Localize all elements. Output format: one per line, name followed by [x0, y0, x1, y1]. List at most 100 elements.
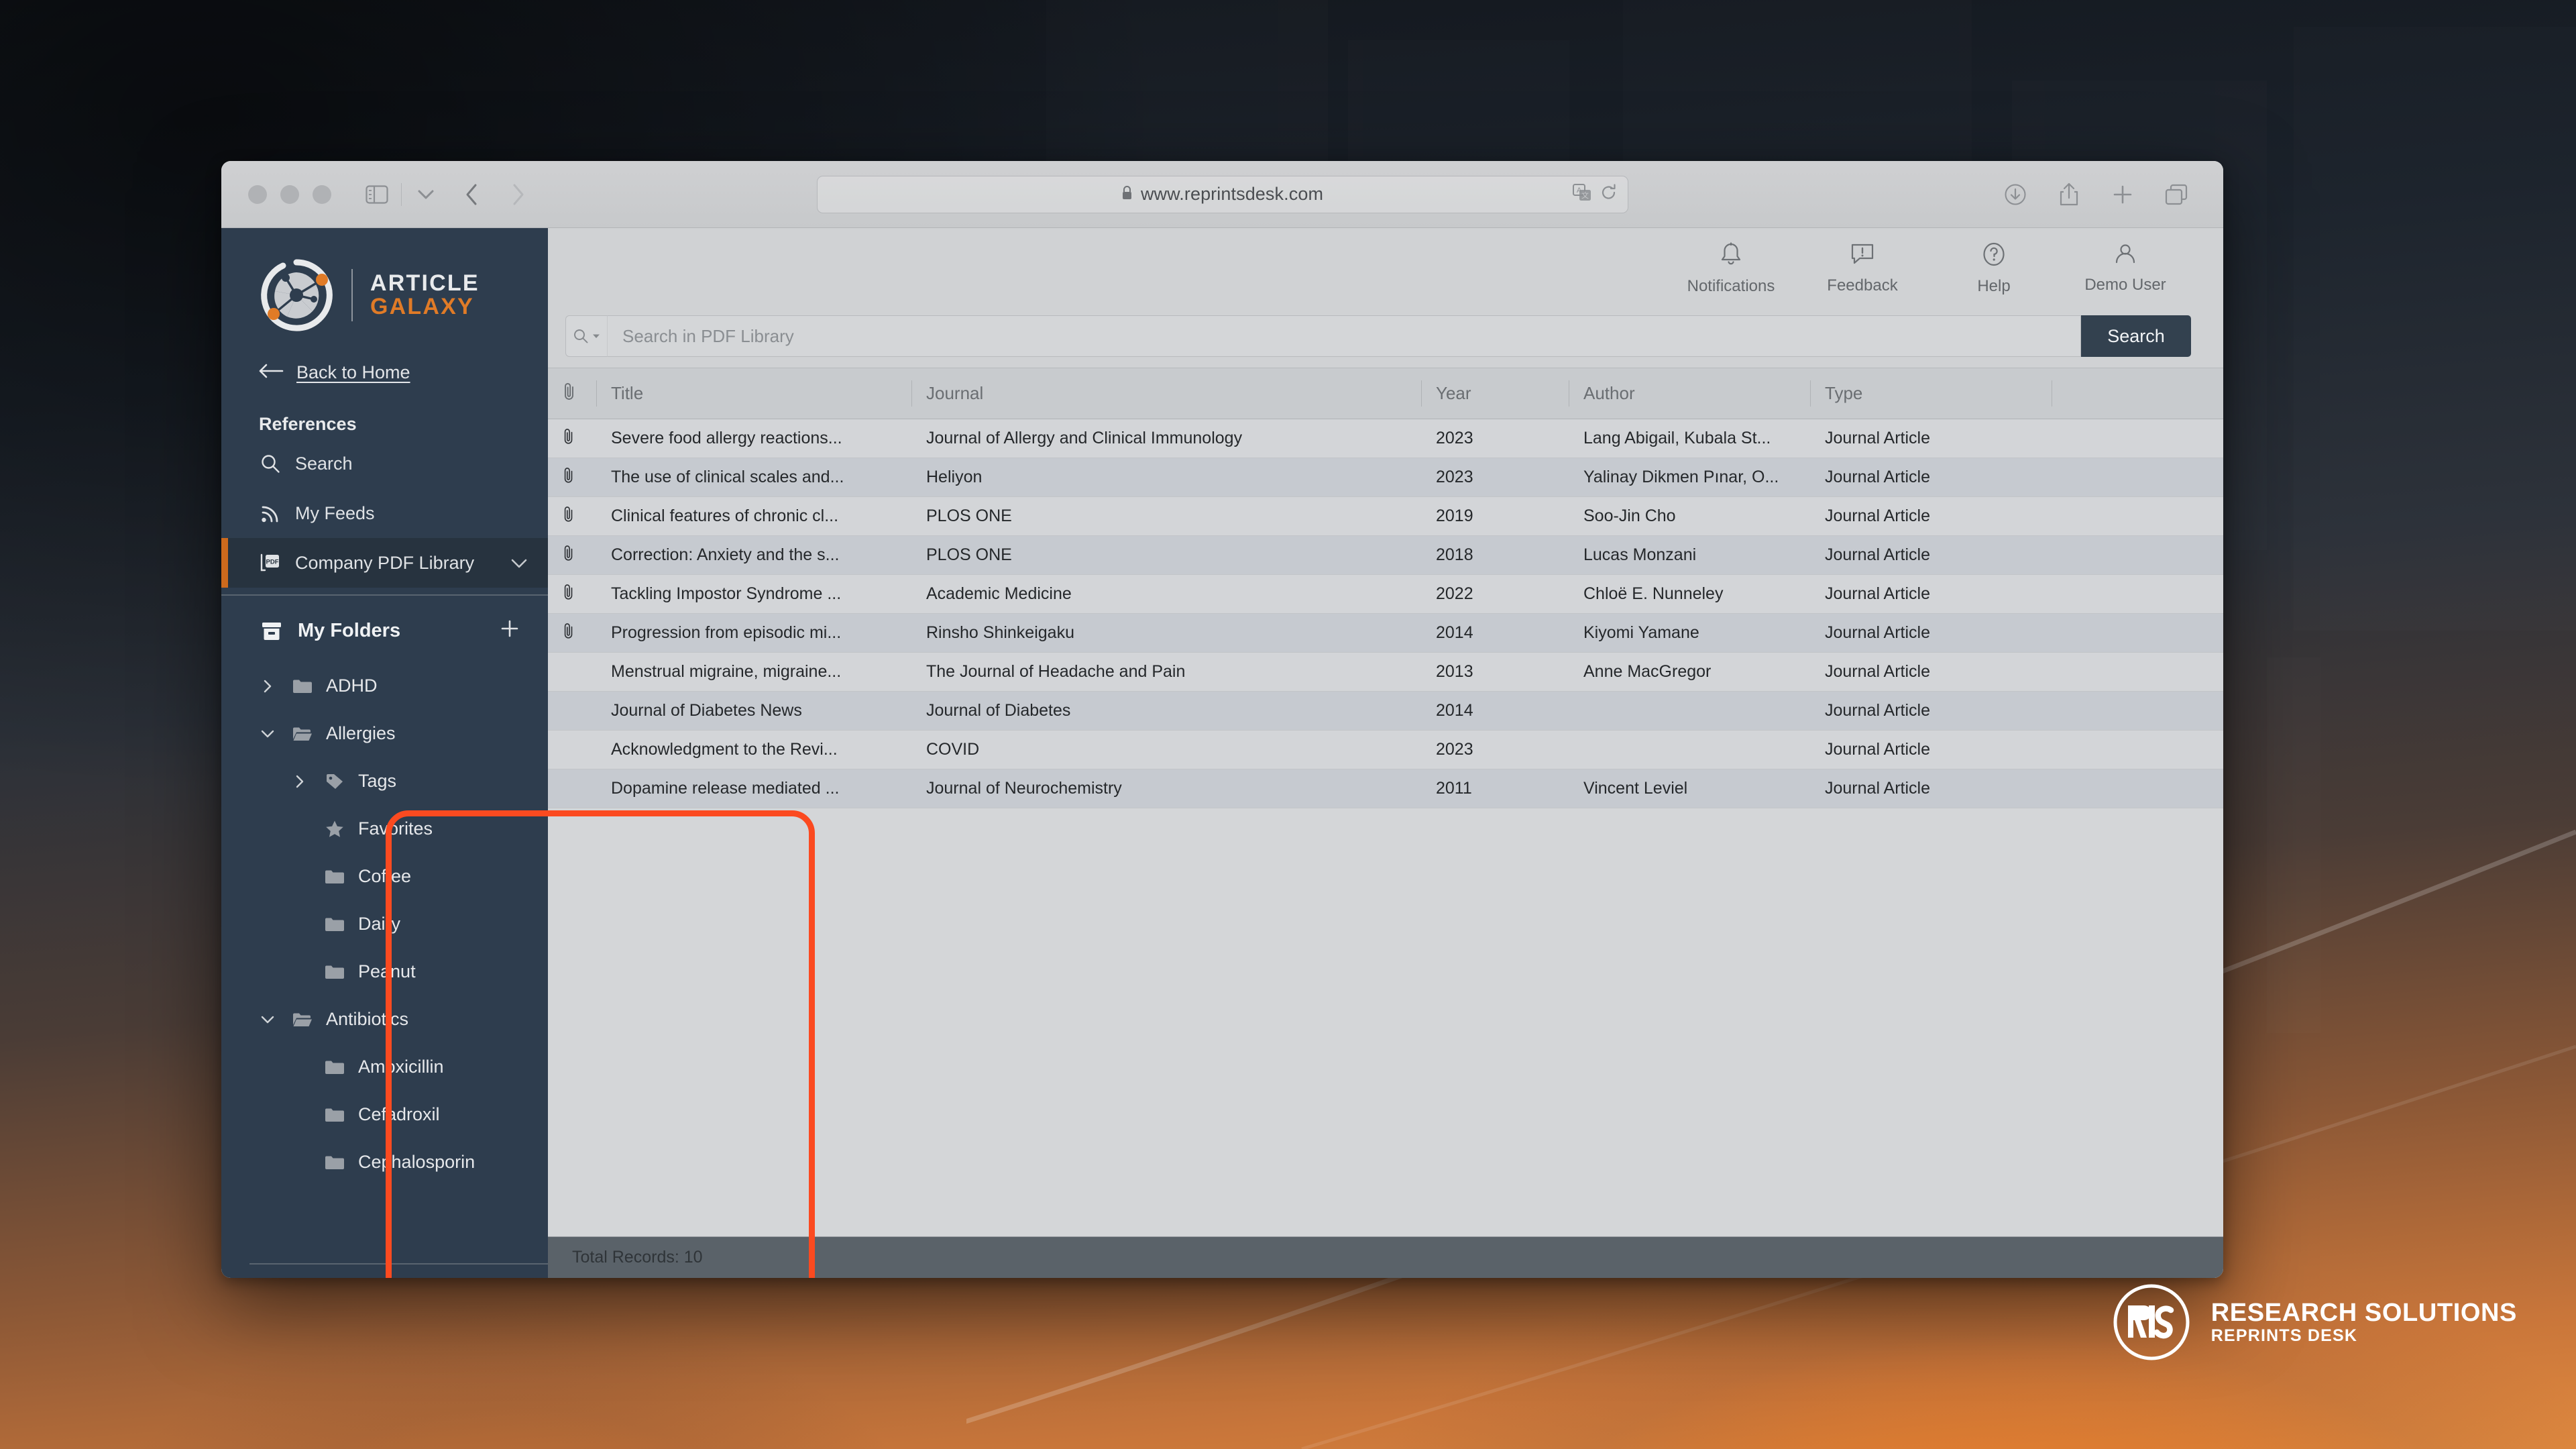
cell-title: Journal of Diabetes News — [596, 691, 911, 731]
table-row[interactable]: Severe food allergy reactions... Journal … — [548, 419, 2223, 458]
cell-author: Yalinay Dikmen Pınar, O... — [1569, 458, 1810, 497]
chevron-right-icon[interactable] — [288, 774, 311, 789]
paperclip-icon — [548, 613, 596, 653]
folder-icon — [322, 1107, 347, 1123]
my-folders-title: My Folders — [298, 620, 401, 641]
address-bar[interactable]: www.reprintsdesk.com A文 — [816, 175, 1628, 213]
back-arrow-icon[interactable] — [454, 177, 489, 212]
cell-year: 2019 — [1421, 496, 1569, 536]
add-folder-button[interactable] — [498, 617, 521, 645]
sidebar-item-company-pdf-library[interactable]: PDF Company PDF Library — [221, 538, 548, 588]
sidebar-item-search[interactable]: Search — [221, 439, 548, 488]
table-row[interactable]: Tackling Impostor Syndrome ... Academic M… — [548, 574, 2223, 614]
chevron-right-icon[interactable] — [256, 679, 279, 694]
tab-overview-icon[interactable] — [2159, 177, 2194, 212]
chevron-down-icon[interactable] — [510, 553, 528, 574]
user-account-button[interactable]: Demo User — [2060, 228, 2191, 309]
cell-extra — [2052, 769, 2223, 808]
cell-journal: COVID — [911, 730, 1421, 769]
forward-arrow-icon[interactable] — [501, 177, 536, 212]
folder-row-allergies[interactable]: Allergies — [221, 710, 548, 757]
column-header-extra — [2052, 368, 2223, 419]
share-icon[interactable] — [2052, 177, 2086, 212]
chevron-down-icon[interactable] — [256, 729, 279, 739]
watermark-sub-text: REPRINTS DESK — [2210, 1326, 2358, 1346]
app-logo[interactable]: ARTICLE GALAXY — [221, 228, 548, 353]
table-row[interactable]: The use of clinical scales and... Heliyon… — [548, 458, 2223, 497]
paperclip-icon — [563, 382, 576, 405]
sidebar-item-label: Company PDF Library — [295, 552, 475, 573]
window-traffic-lights[interactable] — [248, 184, 331, 204]
back-to-home-link[interactable]: Back to Home — [221, 353, 548, 400]
folder-row-adhd[interactable]: ADHD — [221, 662, 548, 710]
folder-label: Cefadroxil — [358, 1104, 440, 1124]
reload-icon[interactable] — [1601, 184, 1617, 205]
column-header-year[interactable]: Year — [1421, 368, 1569, 419]
cell-type: Journal Article — [1810, 652, 2052, 692]
svg-text:文: 文 — [1581, 191, 1589, 200]
arrow-left-icon — [259, 363, 284, 383]
folder-icon — [322, 1155, 347, 1171]
table-row[interactable]: Progression from episodic mi... Rinsho Sh… — [548, 613, 2223, 653]
column-header-title[interactable]: Title — [596, 368, 911, 419]
folder-row-antibiotics[interactable]: Antibiotics — [221, 996, 548, 1043]
cell-title: Tackling Impostor Syndrome ... — [596, 574, 911, 614]
cell-journal: Journal of Diabetes — [911, 691, 1421, 731]
folder-row-coffee[interactable]: Coffee — [221, 853, 548, 900]
main-content: Notifications Feedback Help Demo User Se… — [548, 228, 2223, 1278]
cell-year: 2023 — [1421, 458, 1569, 497]
table-row[interactable]: Journal of Diabetes News Journal of Diabe… — [548, 691, 2223, 731]
table-row[interactable]: Dopamine release mediated ... Journal of … — [548, 769, 2223, 808]
new-tab-icon[interactable] — [2105, 177, 2140, 212]
folder-row-cefadroxil[interactable]: Cefadroxil — [221, 1091, 548, 1138]
sidebar-item-my-feeds[interactable]: My Feeds — [221, 488, 548, 538]
cell-title: Progression from episodic mi... — [596, 613, 911, 653]
search-button[interactable]: Search — [2081, 315, 2191, 357]
notifications-button[interactable]: Notifications — [1665, 228, 1797, 309]
lock-icon — [1121, 185, 1133, 204]
references-section-title: References — [259, 414, 357, 434]
translate-icon[interactable]: A文 — [1572, 184, 1591, 205]
table-row[interactable]: Acknowledgment to the Revi... COVID 2023 Jo… — [548, 730, 2223, 769]
downloads-icon[interactable] — [1998, 177, 2033, 212]
column-header-attachment[interactable] — [548, 368, 596, 419]
table-row[interactable]: Clinical features of chronic cl... PLOS O… — [548, 496, 2223, 536]
cell-journal: Journal of Allergy and Clinical Immunolo… — [911, 419, 1421, 458]
column-header-type[interactable]: Type — [1810, 368, 2052, 419]
notifications-label: Notifications — [1687, 276, 1775, 295]
chevron-down-icon[interactable] — [408, 177, 443, 212]
table-row[interactable]: Menstrual migraine, migraine... The Journ… — [548, 652, 2223, 692]
attachment-cell-empty — [548, 691, 596, 731]
chevron-down-icon[interactable] — [256, 1015, 279, 1024]
sidebar-toggle-icon[interactable] — [359, 177, 394, 212]
table-row[interactable]: Correction: Anxiety and the s... PLOS ONE… — [548, 535, 2223, 575]
folder-row-dairy[interactable]: Dairy — [221, 900, 548, 948]
search-mode-dropdown[interactable] — [565, 315, 607, 357]
cell-journal: PLOS ONE — [911, 496, 1421, 536]
folder-label: Antibiotics — [326, 1009, 409, 1029]
help-button[interactable]: Help — [1928, 228, 2060, 309]
folder-row-peanut[interactable]: Peanut — [221, 948, 548, 996]
folder-row-amoxicillin[interactable]: Amoxicillin — [221, 1043, 548, 1091]
cell-title: Clinical features of chronic cl... — [596, 496, 911, 536]
column-header-journal[interactable]: Journal — [911, 368, 1421, 419]
article-galaxy-logo-icon — [261, 259, 333, 331]
paperclip-icon — [548, 574, 596, 614]
folder-label: Peanut — [358, 961, 416, 981]
column-header-author[interactable]: Author — [1569, 368, 1810, 419]
cell-type: Journal Article — [1810, 769, 2052, 808]
maximize-window-button[interactable] — [313, 184, 331, 204]
search-input[interactable] — [607, 315, 2081, 357]
folder-row-tags[interactable]: Tags — [221, 757, 548, 805]
folder-row-favorites[interactable]: Favorites — [221, 805, 548, 853]
pdf-icon: PDF — [259, 551, 282, 574]
pdf-library-table-container[interactable]: Title Journal Year Author Type Severe fo… — [548, 368, 2223, 1236]
cell-journal: Heliyon — [911, 458, 1421, 497]
minimize-window-button[interactable] — [280, 184, 299, 204]
feedback-button[interactable]: Feedback — [1797, 228, 1928, 309]
folder-row-cephalosporin[interactable]: Cephalosporin — [221, 1138, 548, 1186]
cell-year: 2013 — [1421, 652, 1569, 692]
folder-icon — [322, 964, 347, 980]
close-window-button[interactable] — [248, 184, 267, 204]
folder-panel-divider — [249, 1263, 548, 1265]
